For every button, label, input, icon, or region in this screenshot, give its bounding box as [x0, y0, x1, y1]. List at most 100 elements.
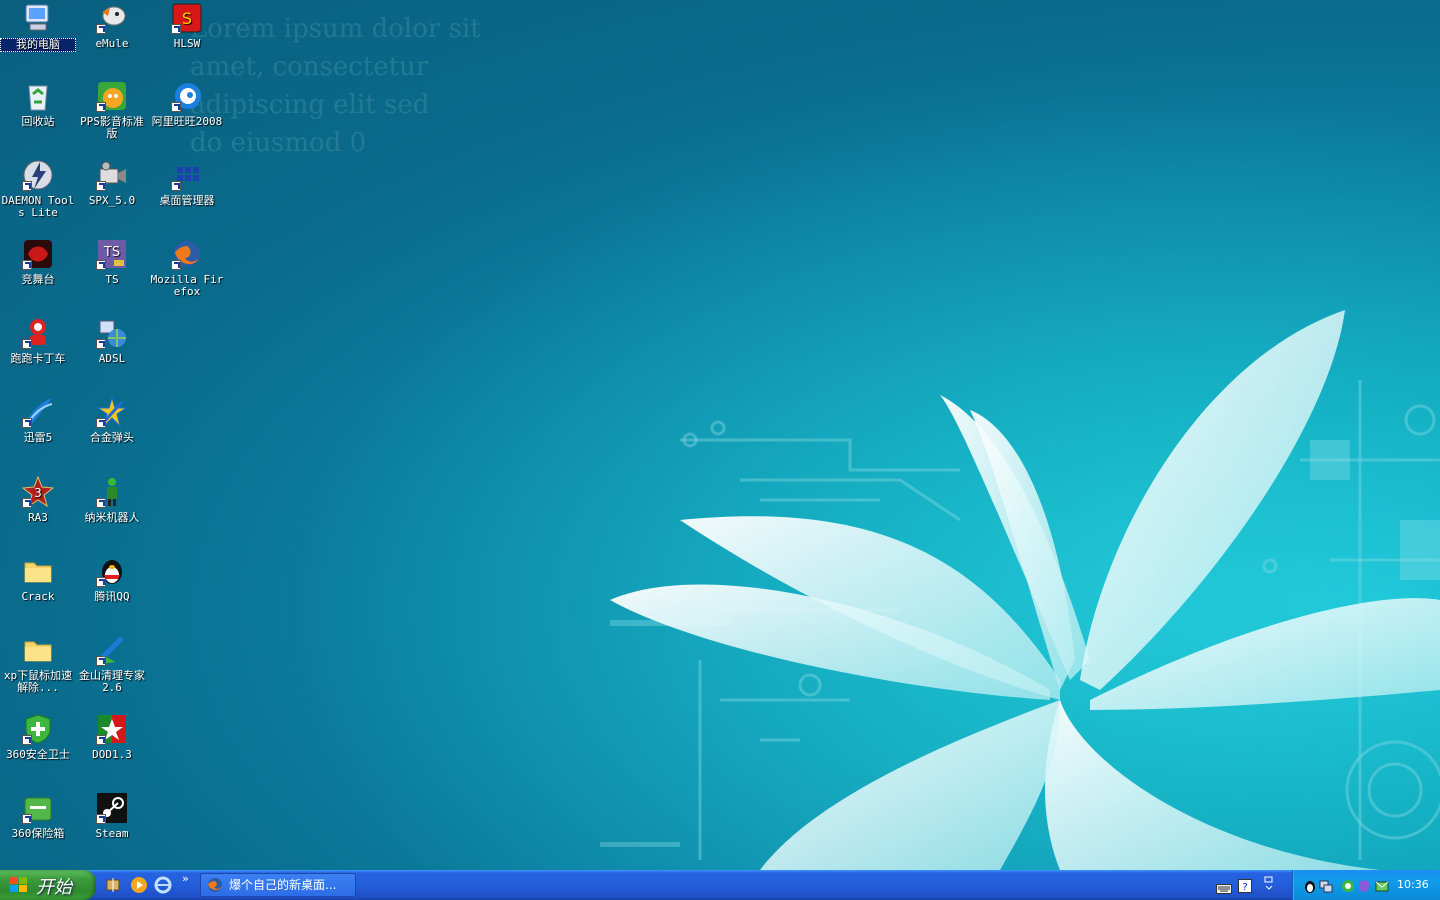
desktop-icon-spx[interactable]: SPX_5.0 — [74, 159, 150, 207]
desktop-icon-thunder[interactable]: 迅雷5 — [0, 396, 76, 444]
folder-icon — [22, 634, 54, 666]
spx-camera-icon — [96, 159, 128, 191]
desktop-icon-label: Steam — [95, 827, 129, 840]
desktop-icon-jingwutai[interactable]: 竞舞台 — [0, 238, 76, 286]
thunder-icon — [22, 396, 54, 428]
svg-text:3: 3 — [34, 486, 42, 500]
360-safe-icon — [22, 713, 54, 745]
desktop-icon-label: 我的电脑 — [0, 38, 76, 52]
taskbar: 开始 » 爆个自己的新桌面... ? 10:36 — [0, 870, 1440, 900]
desktop-icon-label: HLSW — [173, 37, 201, 50]
ra3-icon: 3 — [21, 475, 55, 508]
start-button[interactable]: 开始 — [0, 870, 96, 900]
desktop-icon-daemon-tools[interactable]: DAEMON Tools Lite — [0, 159, 76, 219]
desktop-icon-label: 回收站 — [21, 115, 55, 128]
show-desktop-icon[interactable] — [104, 876, 122, 894]
desktop: Lorem ipsum dolor sit amet, consectetur … — [0, 0, 1440, 870]
360-tray-icon[interactable] — [1341, 878, 1355, 892]
taskbar-window-title: 爆个自己的新桌面... — [229, 878, 337, 892]
desktop-icon-steam[interactable]: Steam — [74, 792, 150, 840]
windows-logo-icon — [10, 877, 28, 893]
desktop-icon-kingsoft-cleaner[interactable]: 金山清理专家 2.6 — [74, 634, 150, 694]
clock[interactable]: 10:36 — [1397, 878, 1429, 891]
internet-explorer-icon[interactable] — [154, 876, 172, 894]
desktop-icon-emule[interactable]: eMule — [74, 2, 150, 50]
network-tray-icon[interactable] — [1319, 878, 1333, 893]
media-player-icon[interactable] — [130, 876, 148, 894]
desktop-icon-label: SPX_5.0 — [88, 194, 136, 207]
desktop-icon-label: PPS影音标准版 — [80, 115, 144, 140]
desktop-icon-360-safe[interactable]: 360安全卫士 — [0, 713, 76, 761]
desktop-icon-nanobot[interactable]: 纳米机器人 — [74, 476, 150, 524]
my-computer-icon — [22, 2, 54, 34]
svg-text:TS: TS — [103, 245, 120, 260]
desktop-icon-qq[interactable]: 腾讯QQ — [74, 555, 150, 603]
nanobot-icon — [96, 476, 128, 508]
360-safebox-icon — [22, 792, 54, 824]
desktop-icon-label: 腾讯QQ — [94, 590, 130, 603]
jingwutai-icon — [22, 238, 54, 270]
desktop-icon-label: 纳米机器人 — [84, 511, 140, 524]
restore-langbar-icon[interactable] — [1264, 876, 1274, 896]
kartrider-icon — [22, 317, 54, 349]
desktop-icon-label: RA3 — [28, 511, 48, 524]
desktop-icon-xp-mouse-folder[interactable]: xp下鼠标加速解除... — [0, 634, 76, 694]
desktop-icon-label: xp下鼠标加速解除... — [3, 669, 73, 694]
desktop-icon-pps[interactable]: PPS影音标准版 — [74, 80, 150, 140]
qq-tray-icon[interactable] — [1303, 878, 1317, 893]
firefox-icon — [207, 877, 223, 893]
desktop-icon-kartrider[interactable]: 跑跑卡丁车 — [0, 317, 76, 365]
desktop-icon-label: 合金弹头 — [90, 431, 134, 444]
desktop-icon-label: 竞舞台 — [21, 273, 55, 286]
desktop-icon-label: 迅雷5 — [23, 431, 53, 444]
desktop-icon-label: eMule — [95, 37, 129, 50]
desktop-icon-recycle-bin[interactable]: 回收站 — [0, 80, 76, 128]
quick-launch-more[interactable]: » — [182, 872, 189, 885]
adsl-network-icon — [96, 317, 128, 349]
desktop-icon-ts[interactable]: TS TS — [74, 238, 150, 286]
desktop-icon-label: TS — [105, 273, 119, 286]
start-label: 开始 — [36, 877, 72, 898]
pps-icon — [96, 80, 128, 112]
desktop-icon-metal-slug[interactable]: 合金弹头 — [74, 396, 150, 444]
hlsw-icon: S — [171, 2, 203, 34]
svg-text:?: ? — [1242, 882, 1247, 893]
desktop-icon-label: Mozilla Firefox — [150, 273, 224, 298]
daemon-tools-icon — [22, 159, 54, 191]
mail-tray-icon[interactable] — [1375, 878, 1389, 892]
firefox-icon — [171, 238, 203, 270]
desktop-icon-firefox[interactable]: Mozilla Firefox — [149, 238, 225, 298]
folder-icon — [22, 555, 54, 587]
taskbar-window-button[interactable]: 爆个自己的新桌面... — [200, 873, 356, 897]
shield-tray-icon[interactable] — [1357, 878, 1371, 892]
wallpaper-lily — [0, 0, 1440, 870]
help-icon[interactable]: ? — [1238, 878, 1252, 897]
keyboard-icon[interactable] — [1216, 880, 1232, 899]
desktop-icon-ra3[interactable]: 3 RA3 — [0, 475, 76, 524]
recycle-bin-icon — [22, 80, 54, 112]
teamspeak-icon: TS — [96, 238, 128, 270]
desktop-icon-my-computer[interactable]: 我的电脑 — [0, 2, 76, 52]
system-tray: 10:36 — [1292, 870, 1440, 900]
desktop-icon-dod[interactable]: DOD1.3 — [74, 713, 150, 761]
desktop-icon-label: 360安全卫士 — [6, 748, 70, 761]
desktop-icon-label: 阿里旺旺2008 — [151, 115, 223, 128]
desktop-icon-label: Crack — [21, 590, 55, 603]
metal-slug-icon — [96, 396, 128, 428]
desktop-manager-icon — [171, 159, 203, 191]
desktop-icon-label: DOD1.3 — [92, 748, 132, 761]
desktop-icon-hlsw[interactable]: S HLSW — [149, 2, 225, 50]
desktop-icon-desktop-manager[interactable]: 桌面管理器 — [149, 159, 225, 207]
desktop-icon-aliwangwang[interactable]: 阿里旺旺2008 — [149, 80, 225, 128]
desktop-icon-label: ADSL — [98, 352, 126, 365]
desktop-icon-label: DAEMON Tools Lite — [1, 194, 75, 219]
desktop-icon-adsl[interactable]: ADSL — [74, 317, 150, 365]
svg-text:S: S — [182, 9, 192, 28]
desktop-icon-360-safebox[interactable]: 360保险箱 — [0, 792, 76, 840]
desktop-icon-label: 360保险箱 — [11, 827, 65, 840]
desktop-icon-crack-folder[interactable]: Crack — [0, 555, 76, 603]
steam-icon — [96, 792, 128, 824]
desktop-icon-label: 跑跑卡丁车 — [10, 352, 66, 365]
aliwangwang-icon — [171, 80, 203, 112]
qq-penguin-icon — [96, 555, 128, 587]
